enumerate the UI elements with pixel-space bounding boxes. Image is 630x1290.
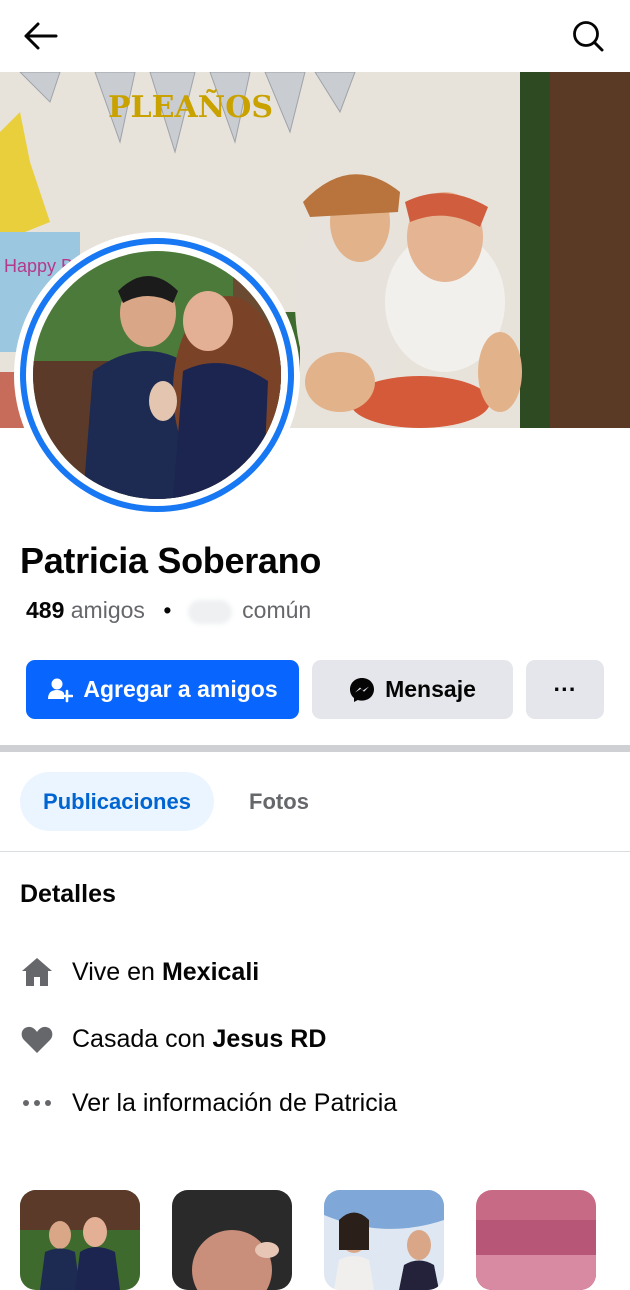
heart-icon <box>21 1026 53 1053</box>
featured-photo-4[interactable] <box>476 1190 596 1290</box>
detail-see-info[interactable]: Ver la información de Patricia <box>20 1083 397 1123</box>
message-button[interactable]: Mensaje <box>312 660 513 719</box>
featured-photo-2[interactable] <box>172 1190 292 1290</box>
relationship-value[interactable]: Jesus RD <box>212 1025 326 1054</box>
section-divider <box>0 745 630 752</box>
add-person-icon <box>48 678 74 702</box>
friends-label: amigos <box>70 597 145 623</box>
avatar <box>33 251 281 499</box>
messenger-icon <box>350 677 375 702</box>
story-ring <box>20 238 294 512</box>
featured-photo-3[interactable] <box>324 1190 444 1290</box>
search-button[interactable] <box>566 14 610 58</box>
message-label: Mensaje <box>385 676 476 702</box>
mutual-label: común <box>242 597 312 623</box>
detail-lives-in: Vive en Mexicali <box>20 952 259 992</box>
tab-fotos[interactable]: Fotos <box>230 772 328 831</box>
lives-prefix: Vive en <box>72 957 155 986</box>
featured-photo-2-image <box>172 1190 292 1290</box>
add-friend-button[interactable]: Agregar a amigos <box>26 660 299 719</box>
more-options-icon: ··· <box>553 676 577 702</box>
search-icon <box>573 21 604 52</box>
arrow-left-icon <box>24 22 58 50</box>
more-options-button[interactable]: ··· <box>526 660 604 719</box>
top-bar <box>0 0 630 72</box>
tab-publicaciones[interactable]: Publicaciones <box>20 772 214 831</box>
details-title: Detalles <box>20 880 116 908</box>
home-icon <box>22 958 52 986</box>
more-dots-icon <box>23 1100 51 1106</box>
separator-dot: • <box>163 597 172 623</box>
featured-photo-1-image <box>20 1190 140 1290</box>
lives-value[interactable]: Mexicali <box>162 958 259 987</box>
profile-picture[interactable] <box>14 232 300 518</box>
featured-photo-4-image <box>476 1190 596 1290</box>
banner-text: PLEAÑOS <box>108 89 273 125</box>
avatar-image <box>33 251 281 499</box>
info-link-label: Ver la información de Patricia <box>72 1088 398 1117</box>
relationship-prefix: Casada con <box>72 1024 206 1053</box>
add-friend-label: Agregar a amigos <box>83 676 278 702</box>
featured-photo-1[interactable] <box>20 1190 140 1290</box>
blurred-mutual-count <box>187 599 232 624</box>
friends-summary[interactable]: 489 amigos • común <box>26 597 311 624</box>
detail-relationship: Casada con Jesus RD <box>20 1019 326 1059</box>
featured-photos <box>20 1190 620 1290</box>
featured-photo-3-image <box>324 1190 444 1290</box>
back-button[interactable] <box>18 14 62 58</box>
friends-count: 489 <box>26 597 65 623</box>
tabs-divider <box>0 851 630 852</box>
avatar-border <box>26 244 288 506</box>
profile-name: Patricia Soberano <box>20 540 322 581</box>
